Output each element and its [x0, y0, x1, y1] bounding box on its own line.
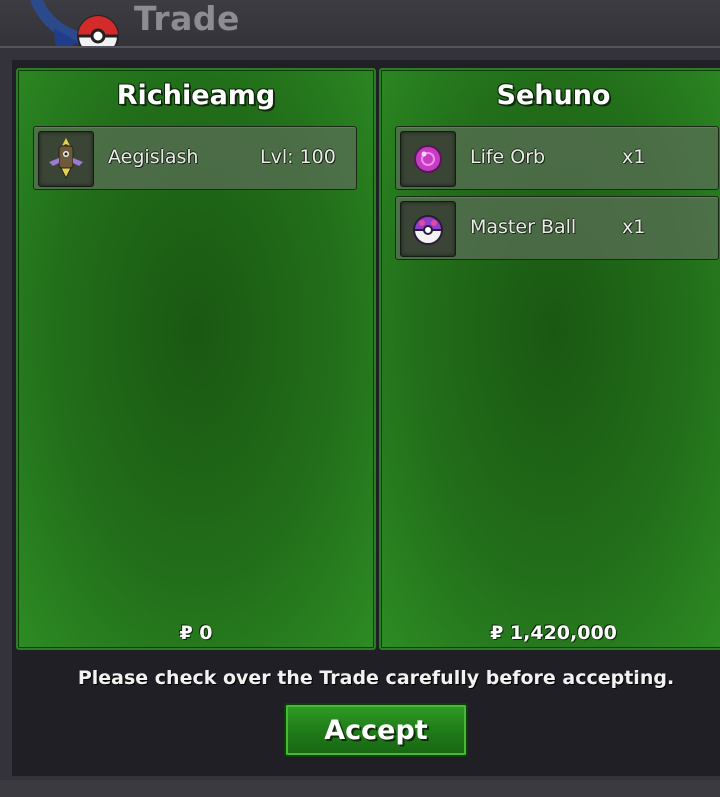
right-money-offer: ₽ 1,420,000	[490, 622, 617, 644]
life-orb-icon	[400, 131, 456, 187]
trade-slot-item[interactable]: Life Orb x1	[395, 126, 719, 190]
right-trader-name: Sehuno	[496, 80, 611, 111]
slot-item-name: Master Ball	[470, 216, 577, 238]
trade-warning-text: Please check over the Trade carefully be…	[77, 667, 675, 689]
left-money-offer: ₽ 0	[179, 622, 213, 644]
slot-item-name: Life Orb	[470, 146, 546, 168]
slot-item-level: Lvl: 100	[260, 146, 336, 168]
left-trader-name: Richieamg	[116, 80, 276, 111]
slot-item-quantity: x1	[622, 216, 646, 238]
aegislash-sprite-icon	[38, 131, 94, 187]
accept-button[interactable]: Accept	[284, 703, 468, 757]
right-trade-panel: Sehuno Life Orb x1 Master Ball x1 ₽ 1,42…	[379, 68, 720, 650]
window-title: Trade	[134, 0, 240, 38]
master-ball-icon	[400, 201, 456, 257]
trade-slot-pokemon[interactable]: Aegislash Lvl: 100	[33, 126, 357, 190]
window-titlebar: Trade	[0, 0, 720, 57]
trade-slot-item[interactable]: Master Ball x1	[395, 196, 719, 260]
slot-item-quantity: x1	[622, 146, 646, 168]
left-trade-panel: Richieamg Aegislash Lvl: 100 ₽ 0	[16, 68, 376, 650]
slot-item-name: Aegislash	[108, 146, 199, 168]
window-bottom-edge	[0, 780, 720, 797]
